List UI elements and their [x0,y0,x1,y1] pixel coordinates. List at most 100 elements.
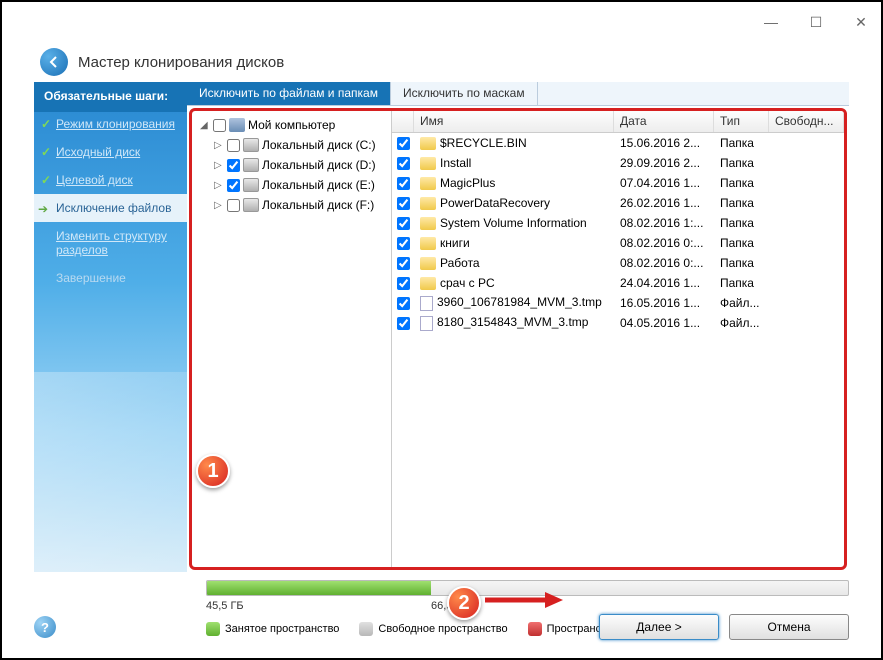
col-header-type[interactable]: Тип [714,111,769,132]
collapse-icon[interactable]: ◢ [200,120,210,131]
folder-icon [420,277,436,290]
list-item-date: 16.05.2016 1... [614,294,714,312]
tree-item-label: Локальный диск (C:) [262,138,376,152]
tree-root[interactable]: ◢ Мой компьютер [196,115,387,135]
computer-icon [229,118,245,132]
close-button[interactable]: ✕ [851,12,871,32]
tree-item-label: Локальный диск (D:) [262,158,376,172]
list-item-name: 3960_106781984_MVM_3.tmp [437,295,602,309]
list-item-checkbox[interactable] [397,217,410,230]
expand-icon[interactable]: ▷ [214,180,224,191]
list-item[interactable]: 8180_3154843_MVM_3.tmp04.05.2016 1...Фай… [392,313,844,333]
sidebar-header: Обязательные шаги: [34,82,187,110]
list-item-date: 15.06.2016 2... [614,134,714,152]
file-icon [420,296,433,311]
file-icon [420,316,433,331]
sidebar-item-label: Исключение файлов [56,201,171,215]
tab-masks[interactable]: Исключить по маскам [391,82,538,105]
tree-item-label: Локальный диск (E:) [262,178,375,192]
list-item[interactable]: Работа08.02.2016 0:...Папка [392,253,844,273]
back-button[interactable] [40,48,68,76]
list-item-type: Папка [714,274,769,292]
tree-item-label: Локальный диск (F:) [262,198,374,212]
check-icon: ✓ [41,145,51,159]
list-item[interactable]: System Volume Information08.02.2016 1:..… [392,213,844,233]
list-item-name: Install [440,156,471,170]
expand-icon[interactable]: ▷ [214,200,224,211]
sidebar-item-1[interactable]: ✓Исходный диск [34,138,187,166]
tree-item[interactable]: ▷ Локальный диск (C:) [196,135,387,155]
list-item-checkbox[interactable] [397,297,410,310]
list-item[interactable]: MagicPlus 07.04.2016 1...Папка [392,173,844,193]
tree-item-checkbox[interactable] [227,199,240,212]
list-item-checkbox[interactable] [397,317,410,330]
tree-item-checkbox[interactable] [227,159,240,172]
progress-fill [207,581,431,595]
sidebar-item-2[interactable]: ✓Целевой диск [34,166,187,194]
list-item-type: Папка [714,194,769,212]
list-item-checkbox[interactable] [397,197,410,210]
list-item-checkbox[interactable] [397,137,410,150]
list-item[interactable]: срач с PC24.04.2016 1...Папка [392,273,844,293]
drive-icon [243,158,259,172]
main-panel: Исключить по файлам и папкам Исключить п… [187,82,849,572]
page-title: Мастер клонирования дисков [78,54,284,71]
list-item-date: 29.09.2016 2... [614,154,714,172]
drive-icon [243,138,259,152]
list-item-date: 08.02.2016 0:... [614,234,714,252]
list-item-date: 08.02.2016 0:... [614,254,714,272]
list-item-type: Папка [714,214,769,232]
list-item-name: MagicPlus [440,176,495,190]
check-icon: ✓ [41,173,51,187]
list-item[interactable]: 3960_106781984_MVM_3.tmp 16.05.2016 1...Ф… [392,293,844,313]
list-item-date: 07.04.2016 1... [614,174,714,192]
cancel-button[interactable]: Отмена [729,614,849,640]
sidebar-item-5: Завершение [34,264,187,292]
tree-item[interactable]: ▷ Локальный диск (F:) [196,195,387,215]
list-item-checkbox[interactable] [397,157,410,170]
list-item-type: Файл... [714,294,769,312]
annotation-badge-2: 2 [447,586,481,620]
sidebar-item-4[interactable]: Изменить структуру разделов [34,222,187,264]
list-item-date: 08.02.2016 1:... [614,214,714,232]
list-item-checkbox[interactable] [397,177,410,190]
list-item-type: Папка [714,234,769,252]
list-item-checkbox[interactable] [397,257,410,270]
drive-icon [243,198,259,212]
list-item[interactable]: Install29.09.2016 2...Папка [392,153,844,173]
tab-bar: Исключить по файлам и папкам Исключить п… [187,82,849,106]
tab-files-folders[interactable]: Исключить по файлам и папкам [187,82,391,105]
list-item[interactable]: $RECYCLE.BIN15.06.2016 2...Папка [392,133,844,153]
list-header: Имя Дата Тип Свободн... [392,111,844,133]
folder-icon [420,257,436,270]
col-header-free[interactable]: Свободн... [769,111,844,132]
tree-item[interactable]: ▷ Локальный диск (D:) [196,155,387,175]
tree-item-checkbox[interactable] [227,179,240,192]
list-item-date: 26.02.2016 1... [614,194,714,212]
list-item[interactable]: книги 08.02.2016 0:...Папка [392,233,844,253]
folder-icon [420,197,436,210]
tree-item-checkbox[interactable] [227,139,240,152]
tree-root-checkbox[interactable] [213,119,226,132]
tree-item[interactable]: ▷ Локальный диск (E:) [196,175,387,195]
list-item-name: книги [440,236,470,250]
list-item-checkbox[interactable] [397,277,410,290]
expand-icon[interactable]: ▷ [214,140,224,151]
list-item-type: Папка [714,174,769,192]
sidebar-item-0[interactable]: ✓Режим клонирования [34,110,187,138]
col-header-name[interactable]: Имя [414,111,614,132]
list-item-type: Файл... [714,314,769,332]
minimize-button[interactable]: — [761,12,781,32]
col-header-date[interactable]: Дата [614,111,714,132]
list-item-name: $RECYCLE.BIN [440,136,527,150]
maximize-button[interactable]: ☐ [806,12,826,32]
sidebar-item-label: Завершение [56,271,126,285]
wizard-header: Мастер клонирования дисков [2,42,881,82]
window-titlebar: — ☐ ✕ [2,2,881,42]
next-button[interactable]: Далее > [599,614,719,640]
list-item[interactable]: PowerDataRecovery26.02.2016 1...Папка [392,193,844,213]
sidebar-item-3[interactable]: ➔Исключение файлов [34,194,187,222]
expand-icon[interactable]: ▷ [214,160,224,171]
list-item-checkbox[interactable] [397,237,410,250]
help-button[interactable]: ? [34,616,56,638]
